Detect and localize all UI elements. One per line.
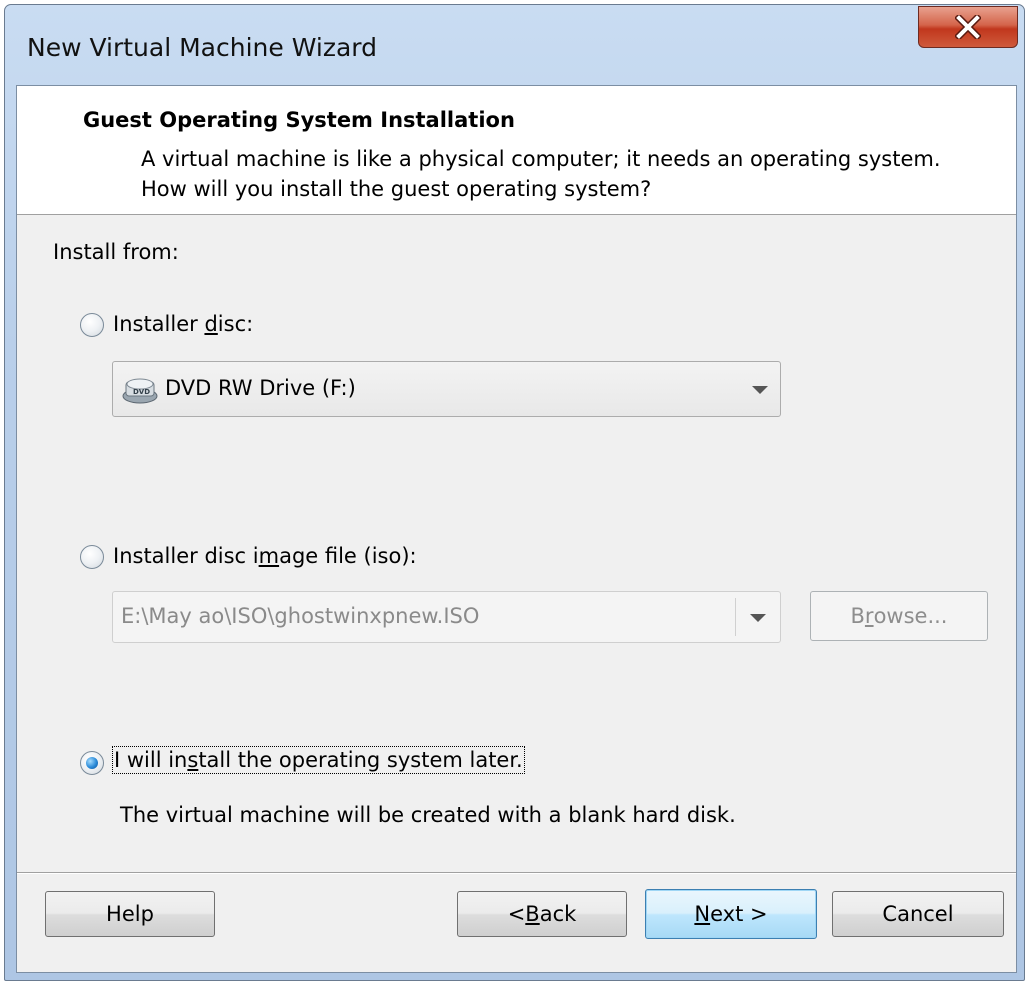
accelerator-key: m (258, 544, 280, 568)
dropdown-value: DVD RW Drive (F:) (165, 376, 356, 400)
install-later-description: The virtual machine will be created with… (120, 803, 736, 827)
label-part: owse... (873, 604, 948, 628)
installer-disc-radio[interactable] (80, 313, 104, 337)
wizard-header: Guest Operating System Installation A vi… (17, 86, 1016, 215)
page-title: Guest Operating System Installation (83, 108, 515, 132)
footer-divider (17, 872, 1016, 874)
svg-text:DVD: DVD (133, 388, 150, 396)
installer-iso-radio[interactable] (80, 545, 104, 569)
browse-button[interactable]: Br owse... (810, 591, 988, 641)
install-later-label[interactable]: I will install the operating system late… (112, 746, 525, 774)
button-label: Cancel (882, 902, 954, 926)
label-part: tall the operating system later. (198, 748, 523, 772)
page-description: A virtual machine is like a physical com… (141, 147, 941, 201)
cancel-button[interactable]: Cancel (832, 891, 1004, 937)
help-button[interactable]: Help (45, 891, 215, 937)
accelerator-key: N (694, 902, 711, 926)
accelerator-key: d (204, 312, 218, 336)
install-later-radio[interactable] (80, 751, 104, 775)
wizard-window: New Virtual Machine Wizard Guest Operati… (4, 4, 1025, 981)
close-button[interactable] (918, 6, 1018, 48)
installer-disc-label[interactable]: Installer disc: (113, 312, 253, 336)
installer-iso-label[interactable]: Installer disc image file (iso): (113, 544, 417, 568)
accelerator-key: r (864, 604, 874, 628)
iso-path-value: E:\May ao\ISO\ghostwinxpnew.ISO (121, 604, 480, 628)
dialog-body: Guest Operating System Installation A vi… (16, 85, 1017, 973)
next-button[interactable]: Next > (645, 889, 817, 939)
label-part: < (507, 902, 526, 926)
button-label: Help (106, 902, 154, 926)
dvd-drive-icon: DVD (122, 378, 158, 404)
combo-divider (735, 598, 736, 636)
accelerator-key: B (525, 902, 540, 926)
installer-disc-dropdown[interactable]: DVD DVD RW Drive (F:) (112, 361, 781, 417)
close-icon (955, 15, 981, 39)
label-part: ack (539, 902, 577, 926)
back-button[interactable]: < Back (457, 891, 627, 937)
label-part: I will in (114, 748, 188, 772)
label-part: ext > (710, 902, 768, 926)
accelerator-key: s (187, 748, 199, 772)
iso-path-combo[interactable]: E:\May ao\ISO\ghostwinxpnew.ISO (112, 591, 781, 643)
chevron-down-icon[interactable] (750, 614, 766, 622)
label-part: Installer (113, 312, 205, 336)
title-bar: New Virtual Machine Wizard (5, 5, 1024, 85)
label-part: B (850, 604, 865, 628)
label-part: age file (iso): (279, 544, 417, 568)
window-title: New Virtual Machine Wizard (27, 33, 377, 62)
install-from-label: Install from: (53, 240, 179, 264)
chevron-down-icon[interactable] (752, 386, 768, 394)
label-part: isc: (217, 312, 254, 336)
label-part: Installer disc i (113, 544, 259, 568)
